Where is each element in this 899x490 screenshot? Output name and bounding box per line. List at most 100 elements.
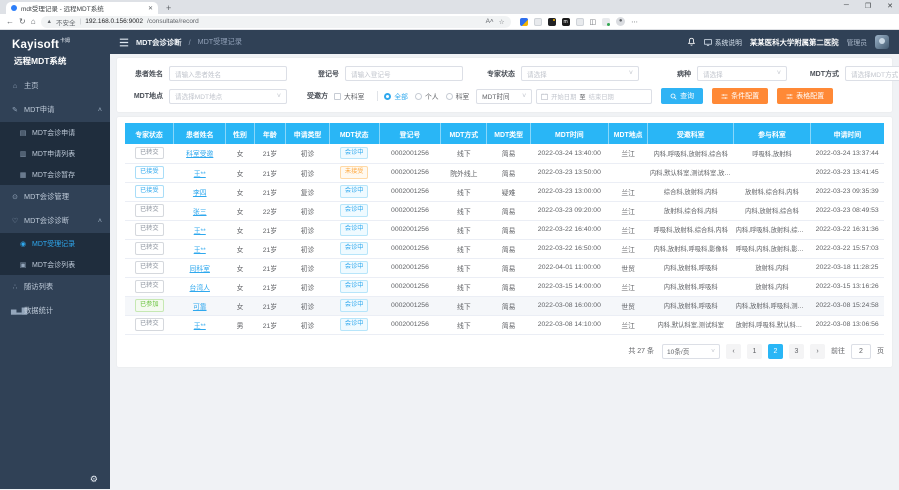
patient-name-link[interactable]: 李四 [193, 190, 207, 197]
date-range-input[interactable]: 开始日期 至 结束日期 [536, 89, 652, 104]
settings-gear-icon[interactable]: ⚙ [90, 474, 110, 489]
joined-depts-cell [734, 163, 811, 182]
patient-name-link[interactable]: 可靠 [193, 304, 207, 311]
expert-status-tag: 已转交 [135, 261, 164, 273]
browser-essentials-icon[interactable] [602, 18, 610, 26]
mdt-place-select[interactable]: 请选择MDT地点˅ [169, 89, 287, 104]
page-button-3[interactable]: 3 [789, 344, 804, 359]
apply-time-cell: 2022-03-18 11:28:25 [810, 258, 884, 277]
age-cell: 21岁 [254, 315, 286, 334]
page-button-1[interactable]: 1 [747, 344, 762, 359]
age-cell: 21岁 [254, 277, 286, 296]
home-button[interactable]: ⌂ [31, 18, 36, 26]
window-minimize-button[interactable]: ─ [844, 2, 849, 10]
sidebar-item-mdt-consult-diagnose[interactable]: ♡MDT会诊诊断˄ [0, 209, 110, 233]
sidebar-item-followup-list[interactable]: ∴随访列表 [0, 275, 110, 299]
sidebar-item-label: 随访列表 [24, 282, 53, 292]
mdt-type-cell: 简易 [487, 220, 530, 239]
patient-name-link[interactable]: 王** [194, 171, 206, 178]
patient-name-link[interactable]: 台湾人 [190, 285, 210, 292]
sidebar-item-mdt-apply[interactable]: ✎MDT申请˄ [0, 98, 110, 122]
patient-name-input[interactable]: 请输入患者姓名 [169, 66, 287, 81]
patient-name-link[interactable]: 张三 [193, 209, 207, 216]
patient-name-link[interactable]: 王** [194, 323, 206, 330]
extension-icon-1[interactable] [520, 18, 528, 26]
patient-name-link[interactable]: 王** [194, 228, 206, 235]
sidebar-item-mdt-consult-apply[interactable]: ▤MDT会诊申请 [0, 122, 110, 143]
table-config-button[interactable]: 表格配置 [777, 88, 833, 104]
mdt-status-tag: 会诊中 [329, 201, 379, 220]
patient-name-link[interactable]: 同科室 [190, 266, 210, 273]
invitee-radio-个人[interactable] [415, 93, 422, 100]
sidebar-item-mdt-consult-manage[interactable]: ⊙MDT会诊管理 [0, 185, 110, 209]
sidebar-collapse-icon[interactable] [119, 38, 129, 47]
prev-page-button[interactable]: ‹ [726, 344, 741, 359]
split-screen-icon[interactable]: ◫ [590, 18, 597, 26]
sidebar-item-mdt-accept-record[interactable]: ◉MDT受理记录 [0, 233, 110, 254]
expert-status-tag: 已转交 [135, 242, 164, 254]
sidebar-item-home[interactable]: ⌂主页 [0, 74, 110, 98]
window-restore-button[interactable]: ❐ [865, 2, 871, 10]
security-label: 不安全 [56, 17, 76, 27]
mdt-time-cell: 2022-03-22 16:40:00 [530, 220, 608, 239]
sidebar-item-mdt-consult-list[interactable]: ▣MDT会诊列表 [0, 254, 110, 275]
patient-name-link[interactable]: 科室受邀 [186, 151, 213, 158]
mdt-time-type-select[interactable]: MDT时间˅ [476, 89, 532, 104]
extension-icon-4[interactable]: m [562, 18, 570, 26]
patient-name-link: 科室受邀 [174, 144, 226, 163]
patient-name-link[interactable]: 王** [194, 247, 206, 254]
age-cell: 21岁 [254, 296, 286, 315]
apply-type-cell: 初诊 [286, 296, 329, 315]
notification-bell-icon[interactable] [687, 37, 696, 47]
goto-page-input[interactable]: 2 [851, 344, 871, 359]
browser-tab[interactable]: mdt受理记录 - 远程MDT系统 ✕ [6, 2, 158, 14]
mdt-time-cell: 2022-03-15 14:00:00 [530, 277, 608, 296]
invited-depts-cell: 内科,放射科,呼吸科 [648, 296, 734, 315]
window-close-button[interactable]: ✕ [887, 2, 893, 10]
browser-menu-icon[interactable]: ⋯ [631, 18, 638, 26]
column-header: 受邀科室 [648, 123, 734, 144]
register-no-input[interactable]: 请输入登记号 [345, 66, 463, 81]
new-tab-button[interactable]: + [166, 3, 171, 13]
extension-icon-2[interactable] [534, 18, 542, 26]
expert-status-select[interactable]: 请选择˅ [521, 66, 639, 81]
condition-config-button[interactable]: 条件配置 [712, 88, 768, 104]
invitee-radio-全部[interactable] [384, 93, 391, 100]
sidebar-item-mdt-apply-list[interactable]: ▥MDT申请列表 [0, 143, 110, 164]
search-button[interactable]: 查询 [661, 88, 703, 104]
extension-icon-5[interactable] [576, 18, 584, 26]
sidebar-item-mdt-consult-draft[interactable]: ▦MDT会诊暂存 [0, 164, 110, 185]
extension-icon-3[interactable] [548, 18, 556, 26]
table-row: 已转交同科室女21岁初诊会诊中0002001256线下简易2022-04-01 … [125, 258, 884, 277]
expert-status-tag: 已接受 [135, 185, 164, 197]
apply-type-cell: 初诊 [286, 220, 329, 239]
refresh-button[interactable]: ↻ [19, 18, 26, 26]
mdt-status-tag: 会诊中 [340, 318, 369, 330]
expert-status-tag: 已转交 [135, 318, 164, 330]
tab-close-icon[interactable]: ✕ [148, 5, 153, 12]
back-button[interactable]: ← [6, 18, 14, 26]
sidebar-item-label: MDT受理记录 [32, 239, 75, 249]
invitee-radio-科室[interactable] [446, 93, 453, 100]
mdt-place-cell [608, 163, 647, 182]
page-button-2[interactable]: 2 [768, 344, 783, 359]
address-bar[interactable]: ▲ 不安全 | 192.168.0.156:9002 /consultate/r… [41, 16, 511, 28]
browser-profile-icon[interactable]: ● [616, 17, 625, 26]
page-size-select[interactable]: 10条/页˅ [662, 344, 720, 359]
mdt-place-cell: 兰江 [608, 182, 647, 201]
mdt-place-cell: 兰江 [608, 220, 647, 239]
mdt-status-tag: 未接受 [329, 163, 379, 182]
user-avatar[interactable] [875, 35, 889, 49]
apply-time-cell: 2022-03-23 08:49:53 [810, 201, 884, 220]
mdt-apply-icon: ✎ [11, 106, 19, 114]
mdt-type-cell: 简易 [487, 144, 530, 163]
gender-cell: 女 [226, 163, 254, 182]
system-doc-link[interactable]: 系统说明 [704, 37, 742, 47]
favorite-star-icon[interactable]: ☆ [499, 18, 505, 26]
mdt-mode-select[interactable]: 请选择MDT方式˅ [845, 66, 899, 81]
sidebar-item-data-stats[interactable]: ▅▂▇数据统计 [0, 299, 110, 323]
disease-select[interactable]: 请选择˅ [697, 66, 787, 81]
big-dept-checkbox[interactable] [334, 93, 341, 100]
next-page-button[interactable]: › [810, 344, 825, 359]
read-aloud-icon[interactable]: A˄ [486, 18, 494, 26]
